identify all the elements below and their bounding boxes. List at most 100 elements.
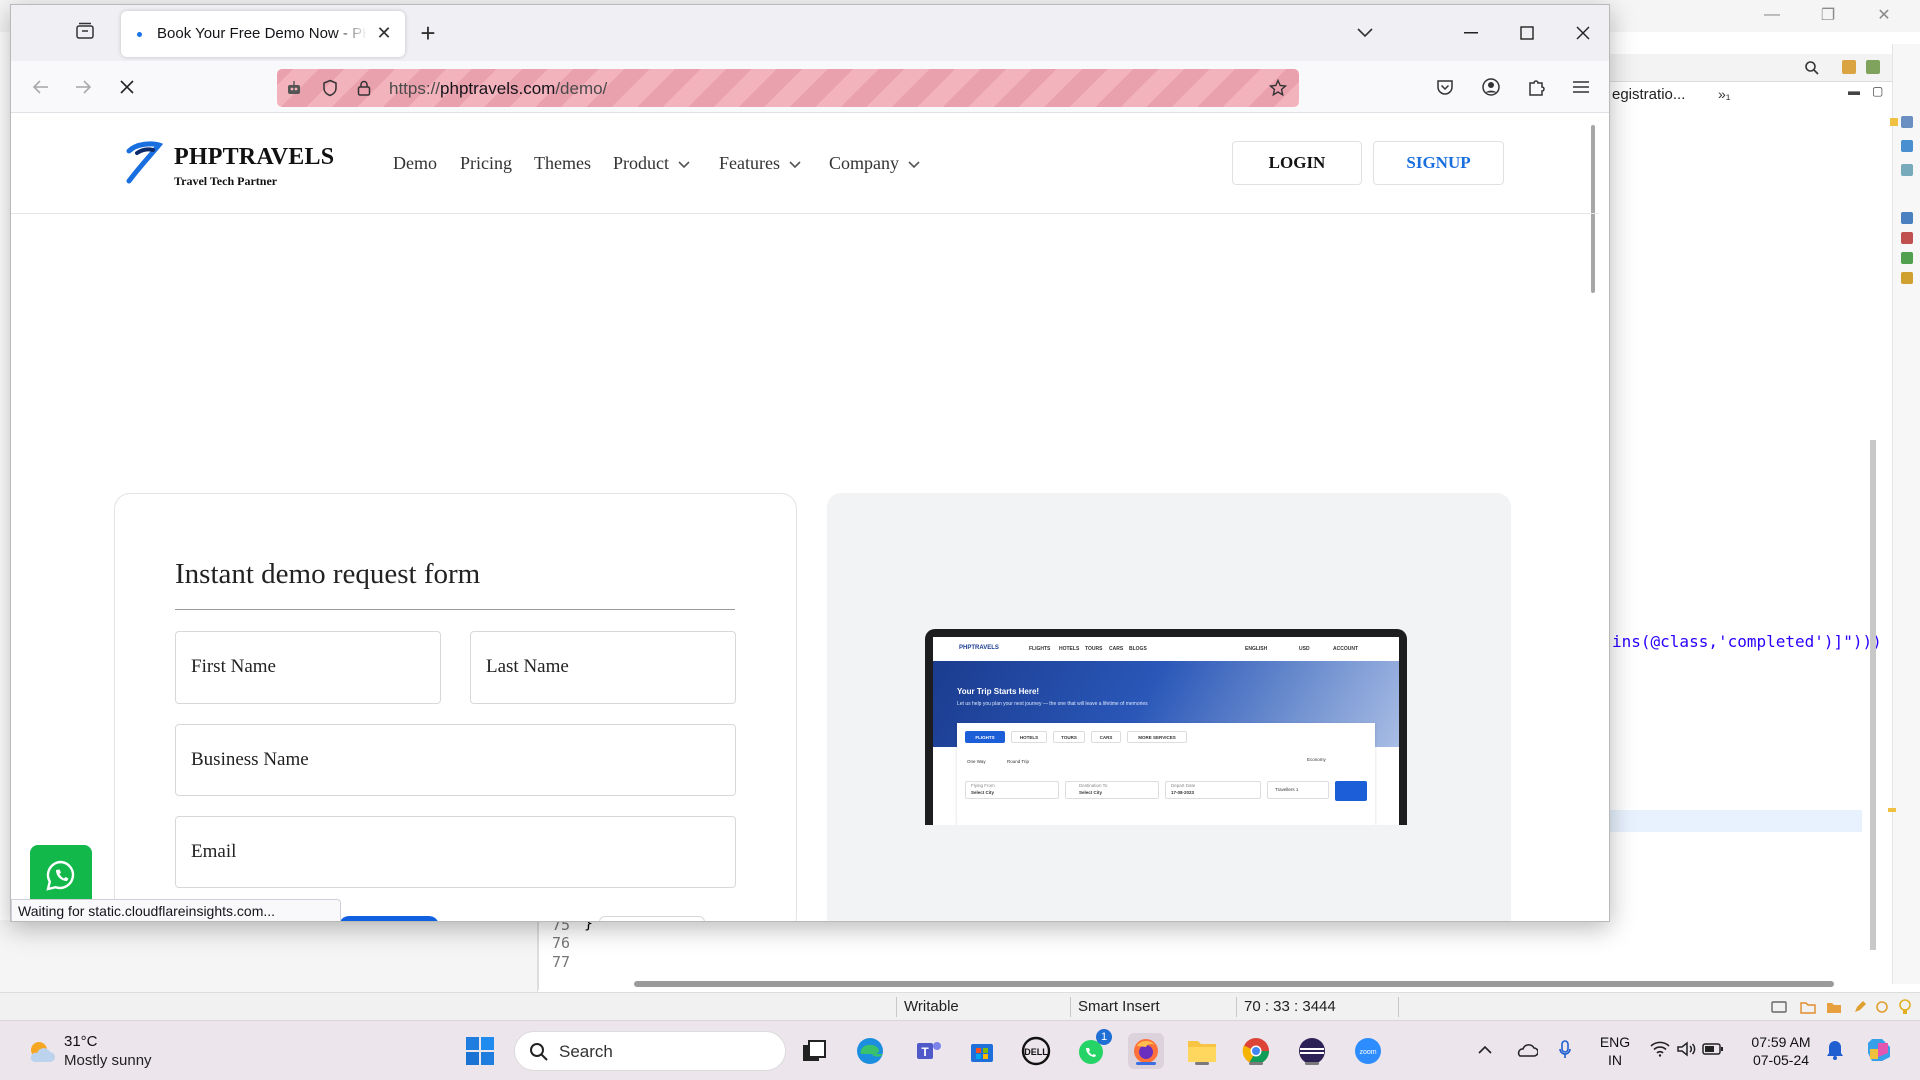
onedrive-cloud-icon[interactable] — [1514, 1041, 1538, 1059]
eclipse-button[interactable] — [1294, 1033, 1330, 1069]
lock-icon[interactable] — [355, 79, 373, 97]
whatsapp-chat-button[interactable] — [30, 845, 92, 907]
weather-widget[interactable]: 31°C Mostly sunny — [26, 1031, 196, 1073]
language-indicator[interactable]: ENG IN — [1598, 1033, 1632, 1069]
extensions-button[interactable] — [1525, 75, 1549, 99]
signup-button[interactable]: SIGNUP — [1373, 141, 1504, 185]
breakpoints-icon[interactable] — [1901, 164, 1913, 176]
edge-button[interactable] — [852, 1033, 888, 1069]
problems-icon[interactable] — [1901, 232, 1913, 244]
stop-loading-button[interactable] — [111, 71, 143, 103]
whatsapp-taskbar-button[interactable]: 1 — [1074, 1029, 1112, 1069]
new-tab-button[interactable]: + — [413, 18, 443, 48]
zoom-button[interactable]: zoom — [1350, 1033, 1386, 1069]
menu-themes[interactable]: Themes — [534, 153, 591, 174]
preview-from-value: Select City — [971, 790, 995, 795]
notification-icon[interactable] — [1770, 999, 1788, 1015]
captcha-field[interactable] — [599, 916, 705, 921]
battery-icon[interactable] — [1702, 1042, 1724, 1056]
close-window-button[interactable] — [1563, 13, 1603, 53]
ide-vertical-scrollbar[interactable] — [1870, 440, 1876, 950]
ide-view-maximize-icon[interactable]: ▢ — [1872, 84, 1883, 98]
pencil-icon[interactable] — [1852, 999, 1868, 1015]
chevron-down-icon — [908, 160, 920, 168]
tab-title: Book Your Free Demo Now - PHPTRAVELS — [157, 25, 367, 42]
email-field[interactable]: Email — [175, 816, 736, 888]
url-text[interactable]: https://phptravels.com/demo/ — [389, 79, 607, 99]
tab-list-button[interactable] — [73, 19, 97, 43]
submit-button[interactable] — [339, 916, 439, 921]
star-bookmark-icon[interactable] — [1269, 79, 1287, 97]
dell-button[interactable]: DELL — [1018, 1033, 1054, 1069]
tab-strip: Book Your Free Demo Now - PHPTRAVELS ✕ + — [11, 5, 1609, 61]
console-icon[interactable] — [1901, 212, 1913, 224]
weather-description: Mostly sunny — [64, 1052, 152, 1069]
notification-bell-icon[interactable] — [1826, 1039, 1844, 1061]
ide-view-minimize-icon[interactable]: ▬ — [1848, 84, 1860, 98]
package-icon[interactable] — [1826, 999, 1842, 1015]
folder-icon[interactable] — [1800, 999, 1816, 1015]
first-name-field[interactable]: First Name — [175, 631, 441, 704]
clock[interactable]: 07:59 AM 07-05-24 — [1746, 1033, 1816, 1069]
remote-control-robot-icon[interactable] — [285, 79, 303, 97]
tab-close-icon[interactable]: ✕ — [373, 22, 395, 44]
whatsapp-icon — [46, 860, 75, 891]
menu-pricing[interactable]: Pricing — [460, 153, 512, 174]
ide-tab-overflow[interactable]: »₁ — [1718, 86, 1731, 102]
ide-editor-tab[interactable]: egistratio... — [1612, 86, 1685, 110]
outline-icon[interactable] — [1901, 116, 1913, 128]
last-name-field[interactable]: Last Name — [470, 631, 736, 704]
search-icon[interactable] — [1804, 60, 1820, 76]
back-button[interactable] — [25, 71, 57, 103]
firefox-button[interactable] — [1128, 1033, 1164, 1069]
ide-warning-marker[interactable] — [1890, 118, 1898, 126]
java-perspective-icon[interactable] — [1866, 60, 1880, 74]
task-view-button[interactable] — [796, 1033, 832, 1069]
ide-overview-marker[interactable] — [1888, 808, 1896, 812]
menu-demo[interactable]: Demo — [393, 153, 437, 174]
volume-icon[interactable] — [1676, 1041, 1696, 1057]
ide-minimize-button[interactable]: — — [1744, 0, 1800, 30]
taskbar-search[interactable]: Search — [514, 1031, 786, 1071]
shield-icon[interactable] — [321, 79, 339, 97]
login-button[interactable]: LOGIN — [1232, 141, 1362, 185]
wifi-icon[interactable] — [1650, 1041, 1670, 1057]
microphone-icon[interactable] — [1558, 1039, 1572, 1061]
ide-close-button[interactable]: ✕ — [1856, 0, 1912, 30]
list-all-tabs-button[interactable] — [1345, 13, 1385, 53]
menu-product[interactable]: Product — [613, 153, 691, 174]
svg-text:DELL: DELL — [1024, 1047, 1048, 1057]
start-button[interactable] — [462, 1033, 498, 1069]
app-menu-button[interactable] — [1569, 75, 1593, 99]
sync-icon[interactable] — [1874, 999, 1890, 1015]
copilot-icon[interactable] — [1864, 1035, 1894, 1065]
tip-lightbulb-icon[interactable] — [1898, 998, 1912, 1016]
chevron-up-icon[interactable] — [1478, 1045, 1492, 1055]
teams-button[interactable]: T — [910, 1033, 946, 1069]
forward-button[interactable] — [67, 71, 99, 103]
perspective-icon[interactable] — [1842, 60, 1856, 74]
ide-restore-button[interactable]: ❐ — [1800, 0, 1856, 30]
menu-label: Company — [829, 153, 899, 173]
ide-status-bar: Writable Smart Insert 70 : 33 : 3444 — [0, 992, 1920, 1020]
javadoc-icon[interactable] — [1901, 252, 1913, 264]
ide-horizontal-scrollbar[interactable] — [634, 981, 1834, 987]
menu-company[interactable]: Company — [829, 153, 921, 174]
phptravels-logo-icon[interactable] — [123, 141, 163, 187]
account-button[interactable] — [1479, 75, 1503, 99]
logo-name[interactable]: PHPTRAVELS — [174, 144, 334, 171]
variables-icon[interactable] — [1901, 140, 1913, 152]
menu-label: Themes — [534, 153, 591, 173]
declaration-icon[interactable] — [1901, 272, 1913, 284]
browser-tab-active[interactable]: Book Your Free Demo Now - PHPTRAVELS ✕ — [121, 11, 405, 57]
maximize-icon — [1520, 26, 1534, 40]
chrome-button[interactable] — [1238, 1033, 1274, 1069]
maximize-button[interactable] — [1507, 13, 1547, 53]
file-explorer-button[interactable] — [1184, 1033, 1220, 1069]
menu-features[interactable]: Features — [719, 153, 802, 174]
business-name-field[interactable]: Business Name — [175, 724, 736, 796]
address-bar[interactable]: https://phptravels.com/demo/ — [277, 69, 1299, 107]
minimize-button[interactable] — [1451, 13, 1491, 53]
store-button[interactable] — [964, 1033, 1000, 1069]
pocket-button[interactable] — [1433, 75, 1457, 99]
